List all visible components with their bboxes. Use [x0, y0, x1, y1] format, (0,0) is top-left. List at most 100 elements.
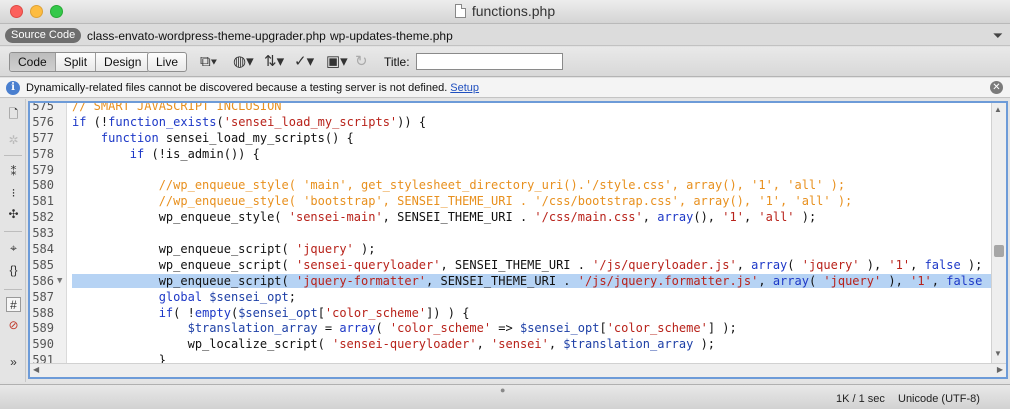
horizontal-scrollbar[interactable]: ◀ ▶ [30, 363, 1006, 377]
code-line[interactable]: 584 wp_enqueue_script( 'jquery' ); [30, 242, 990, 258]
code-token: // SMART JAVASCRIPT INCLUSION [72, 101, 282, 113]
code-line[interactable]: 589 $translation_array = array( 'color_s… [30, 321, 990, 337]
title-field[interactable] [416, 53, 563, 70]
resize-grip-icon[interactable]: ● [500, 385, 505, 395]
close-info-icon[interactable]: ✕ [990, 81, 1003, 94]
fold-marker-icon[interactable]: ▼ [57, 274, 62, 290]
code-text: //wp_enqueue_style( 'main', get_styleshe… [72, 178, 990, 194]
code-line[interactable]: 583 [30, 226, 990, 242]
code-token: , [931, 273, 947, 288]
code-token: wp_enqueue_script( [72, 273, 296, 288]
scroll-left-icon[interactable]: ◀ [33, 365, 39, 374]
line-number: 587 [32, 289, 54, 304]
code-line[interactable]: 579 [30, 163, 990, 179]
code-line[interactable]: 588 if( !empty($sensei_opt['color_scheme… [30, 306, 990, 322]
source-code-tab[interactable]: Source Code [5, 28, 82, 43]
code-text: wp_enqueue_script( 'jquery-formatter', S… [72, 273, 1005, 290]
line-number: 589 [32, 321, 54, 336]
visual-aids-icon[interactable]: ▣▾ [326, 54, 348, 69]
code-view-button[interactable]: Code [10, 53, 56, 71]
code-token: (! [86, 114, 109, 129]
dreamweaver-window: functions.php Source Code class-envato-w… [0, 0, 1010, 409]
code-view[interactable]: 575 // SMART JAVASCRIPT INCLUSION 576 if (!… [28, 101, 1008, 379]
info-message-wrap: Dynamically-related files cannot be disc… [26, 82, 479, 94]
code-token: , [476, 337, 492, 352]
code-token: array [339, 321, 376, 336]
line-number: 580 [32, 178, 54, 193]
related-file-1[interactable]: wp-updates-theme.php [330, 29, 453, 43]
code-token: '1' [888, 257, 911, 272]
code-token: 'sensei-main' [288, 210, 383, 225]
code-token: , SENSEI_THEME_URI . [440, 257, 593, 272]
code-token: sensei_load_my_scripts() { [158, 130, 354, 145]
line-numbers-icon[interactable]: # [6, 297, 21, 312]
window-title: functions.php [471, 3, 556, 19]
code-text: wp_enqueue_script( 'sensei-queryloader',… [72, 258, 990, 274]
code-token: wp_enqueue_script( [72, 242, 296, 257]
related-files-bar: Source Code class-envato-wordpress-theme… [0, 24, 1010, 46]
code-token: $translation_array [563, 337, 694, 352]
code-line[interactable]: 578 if (!is_admin()) { [30, 147, 990, 163]
split-view-button[interactable]: Split [56, 53, 97, 71]
filter-icon[interactable]: ⏷ [993, 28, 1003, 44]
live-view-button[interactable]: Live [147, 52, 188, 72]
line-number: 575 [32, 101, 54, 113]
code-line[interactable]: 586 ▼ wp_enqueue_script( 'jquery-formatte… [30, 273, 1005, 290]
code-line[interactable]: 575 // SMART JAVASCRIPT INCLUSION [30, 101, 990, 115]
balance-braces-icon[interactable]: {} [6, 263, 21, 278]
multiscreen-icon[interactable]: ⧉▾ [200, 54, 217, 69]
code-token: 'color_scheme' [389, 321, 492, 336]
vertical-scroll-thumb[interactable] [994, 245, 1004, 257]
refresh-icon[interactable]: ↻ [355, 54, 368, 69]
code-token: ( [216, 114, 224, 129]
line-number: 582 [32, 210, 54, 225]
line-number: 579 [32, 162, 54, 177]
code-text: if (!function_exists('sensei_load_my_scr… [72, 115, 990, 131]
design-view-button[interactable]: Design [96, 53, 149, 71]
related-file-0[interactable]: class-envato-wordpress-theme-upgrader.ph… [87, 29, 326, 43]
line-number: 581 [32, 194, 54, 209]
expand-all-icon[interactable]: ✣ [6, 207, 21, 222]
code-line[interactable]: 580 //wp_enqueue_style( 'main', get_styl… [30, 178, 990, 194]
code-token: ), [859, 257, 889, 272]
highlight-invalid-code-icon[interactable]: ⊘ [6, 318, 21, 333]
code-line[interactable]: 587 global $sensei_opt; [30, 290, 990, 306]
show-code-navigator-icon[interactable]: ✲ [6, 133, 21, 148]
collapse-full-tag-icon[interactable]: ⁑ [6, 165, 21, 180]
code-token: '1' [910, 273, 932, 288]
code-token: if [129, 146, 145, 161]
select-parent-tag-icon[interactable]: ⌖ [6, 241, 21, 256]
line-number: 588 [32, 305, 54, 320]
toolbar-separator [4, 289, 22, 290]
code-token: 'jquery' [801, 257, 860, 272]
encoding-status[interactable]: Unicode (UTF-8) [898, 393, 980, 405]
code-token: if [72, 114, 87, 129]
code-text: $translation_array = array( 'color_schem… [72, 321, 990, 337]
code-token: '/js/jquery.formatter.js' [577, 273, 759, 288]
scroll-right-icon[interactable]: ▶ [997, 365, 1003, 374]
scroll-up-icon[interactable]: ▲ [994, 105, 1002, 114]
more-tools-icon[interactable]: » [6, 355, 21, 370]
code-line[interactable]: 577 function sensei_load_my_scripts() { [30, 131, 990, 147]
code-token: 'sensei' [491, 337, 549, 352]
code-line[interactable]: 581 //wp_enqueue_style( 'bootstrap', SEN… [30, 194, 990, 210]
setup-link[interactable]: Setup [450, 82, 479, 94]
collapse-selection-icon[interactable]: ⁝ [6, 186, 21, 201]
vertical-scrollbar[interactable]: ▲ ▼ [991, 103, 1006, 363]
scroll-down-icon[interactable]: ▼ [994, 349, 1002, 358]
code-token: , SENSEI_THEME_URI . [426, 273, 578, 288]
w3c-validation-icon[interactable]: ✓▾ [294, 54, 314, 69]
document-toolbar: Code Split Design Live ⧉▾ ◍▾ ⇅▾ ✓▾ ▣▾ ↻ … [0, 47, 1010, 77]
code-line[interactable]: 582 wp_enqueue_style( 'sensei-main', SEN… [30, 210, 990, 226]
toolbar-separator [4, 155, 22, 156]
code-text: wp_enqueue_script( 'jquery' ); [72, 242, 990, 258]
open-documents-icon[interactable]: 🗋 [6, 107, 21, 122]
code-token: , [642, 210, 658, 225]
code-line[interactable]: 585 wp_enqueue_script( 'sensei-queryload… [30, 258, 990, 274]
preview-browser-icon[interactable]: ◍▾ [233, 54, 254, 69]
code-line[interactable]: 590 wp_localize_script( 'sensei-queryloa… [30, 337, 990, 353]
code-line[interactable]: 576 if (!function_exists('sensei_load_my_… [30, 115, 990, 131]
file-management-icon[interactable]: ⇅▾ [264, 54, 284, 69]
